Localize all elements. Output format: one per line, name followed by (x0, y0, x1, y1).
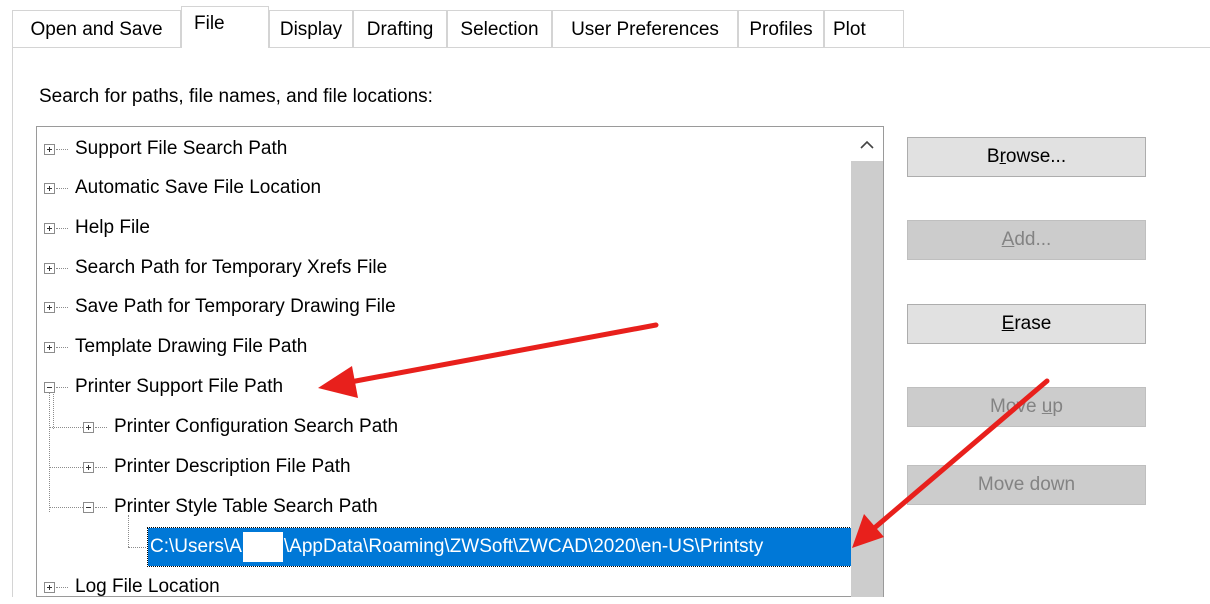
tab-file[interactable]: File (181, 6, 269, 48)
tree-connector (56, 149, 68, 150)
tree-connector (56, 387, 68, 388)
redacted-username (242, 531, 283, 562)
tab-strip: Open and Save File Display Drafting Sele… (0, 0, 1210, 52)
vertical-scrollbar[interactable] (851, 127, 883, 597)
panel-border (12, 47, 13, 597)
expand-plus-icon[interactable] (83, 422, 94, 433)
tab-user-preferences[interactable]: User Preferences (552, 10, 738, 47)
expand-plus-icon[interactable] (83, 462, 94, 473)
tree-item-label: Log File Location (75, 576, 220, 597)
path-text-initial: A (229, 536, 242, 557)
tree-item-label: Printer Support File Path (75, 376, 284, 397)
tree-connector (95, 507, 107, 508)
tree-connector (95, 467, 107, 468)
tree-connector (56, 587, 68, 588)
tree-connector (128, 547, 146, 548)
tree-connector (56, 307, 68, 308)
scroll-up-chevron-icon[interactable] (851, 127, 883, 161)
browse-button-label: Browse... (986, 146, 1067, 167)
move-down-button-label: Move down (977, 474, 1076, 495)
tree-connector (49, 507, 83, 508)
tree-connector (56, 188, 68, 189)
tree-item-label: Search Path for Temporary Xrefs File (75, 257, 388, 278)
expand-plus-icon[interactable] (44, 302, 55, 313)
tab-open-and-save[interactable]: Open and Save (12, 10, 181, 47)
tab-profiles[interactable]: Profiles (738, 10, 824, 47)
erase-button[interactable]: Erase (907, 304, 1146, 344)
tree-connector (49, 467, 83, 468)
expand-plus-icon[interactable] (44, 263, 55, 274)
tab-selection[interactable]: Selection (447, 10, 552, 47)
tree-connector (95, 427, 107, 428)
tab-plot[interactable]: Plot (824, 10, 904, 47)
tree-item-label: Help File (75, 217, 150, 238)
tab-display[interactable]: Display (269, 10, 353, 47)
tree-guide-line (128, 515, 129, 547)
selected-path-entry[interactable]: C:\Users\A \AppData\Roaming\ZWSoft\ZWCAD\… (147, 527, 852, 567)
tree-connector (56, 268, 68, 269)
move-up-button[interactable]: Move up (907, 387, 1146, 427)
tree-item-label: Printer Style Table Search Path (114, 496, 378, 517)
collapse-minus-icon[interactable] (83, 502, 94, 513)
tree-guide-line (49, 392, 50, 512)
tree-item-label: Support File Search Path (75, 138, 288, 159)
expand-plus-icon[interactable] (44, 144, 55, 155)
add-button[interactable]: Add... (907, 220, 1146, 260)
tab-drafting[interactable]: Drafting (353, 10, 447, 47)
move-up-button-label: Move up (990, 396, 1063, 417)
search-caption: Search for paths, file names, and file l… (39, 86, 433, 107)
path-text-suffix: \AppData\Roaming\ZWSoft\ZWCAD\2020\en-US… (283, 536, 764, 557)
expand-plus-icon[interactable] (44, 342, 55, 353)
path-text-prefix: C:\Users\ (150, 536, 230, 557)
tree-item-label: Automatic Save File Location (75, 177, 322, 198)
erase-button-label: Erase (1001, 313, 1052, 334)
add-button-label: Add... (1001, 229, 1052, 250)
tree-connector (56, 347, 68, 348)
expand-plus-icon[interactable] (44, 183, 55, 194)
tree-connector (56, 228, 68, 229)
scrollbar-thumb[interactable] (851, 161, 883, 597)
move-down-button[interactable]: Move down (907, 465, 1146, 505)
tree-item-label: Template Drawing File Path (75, 336, 308, 357)
browse-button[interactable]: Browse... (907, 137, 1146, 177)
expand-plus-icon[interactable] (44, 223, 55, 234)
tree-item-label: Printer Configuration Search Path (114, 416, 399, 437)
tree-item-label: Save Path for Temporary Drawing File (75, 296, 396, 317)
tree-item-label: Printer Description File Path (114, 456, 351, 477)
tree-connector (49, 427, 83, 428)
expand-plus-icon[interactable] (44, 582, 55, 593)
